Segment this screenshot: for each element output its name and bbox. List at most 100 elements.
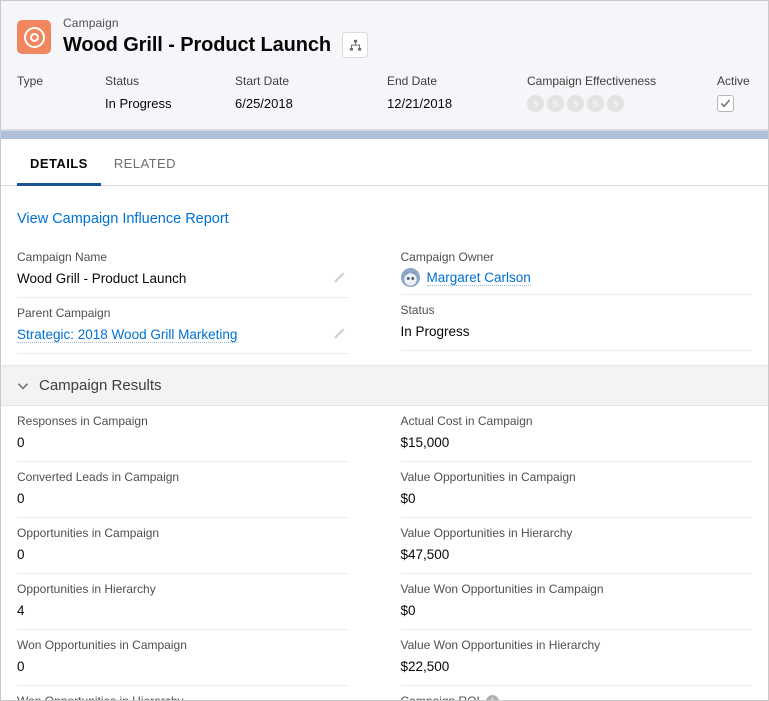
field-label: Won Opportunities in Campaign xyxy=(17,638,187,652)
field-actual-cost-in-campaign: Actual Cost in Campaign $15,000 xyxy=(400,406,752,462)
active-checkbox[interactable] xyxy=(717,95,734,112)
highlight-label: Active xyxy=(717,74,750,88)
page-title: Wood Grill - Product Launch xyxy=(63,34,332,56)
field-label: Won Opportunities in Hierarchy xyxy=(17,694,184,701)
field-label: Parent Campaign xyxy=(17,306,111,320)
field-label: Campaign Owner xyxy=(400,250,494,264)
highlight-field-end-date: End Date 12/21/2018 xyxy=(387,73,527,115)
field-value: 0 xyxy=(17,491,25,506)
highlight-label: End Date xyxy=(387,74,438,88)
highlight-value: 6/25/2018 xyxy=(235,96,293,111)
highlight-field-campaign-effectiveness: Campaign Effectiveness S S S S S xyxy=(527,73,717,112)
highlight-label: Status xyxy=(105,74,140,88)
highlight-field-active: Active xyxy=(717,73,750,112)
field-value: 0 xyxy=(17,435,25,450)
field-value-won-opportunities-in-hierarchy: Value Won Opportunities in Hierarchy $22… xyxy=(400,630,752,686)
campaign-record-page: Campaign Wood Grill - Product Launch Typ… xyxy=(0,0,769,701)
field-label: Actual Cost in Campaign xyxy=(400,414,533,428)
header-title-row: Campaign Wood Grill - Product Launch xyxy=(1,11,768,69)
tab-details[interactable]: Details xyxy=(17,139,101,186)
parent-campaign-link[interactable]: Strategic: 2018 Wood Grill Marketing xyxy=(17,327,238,343)
field-label: Value Opportunities in Hierarchy xyxy=(400,526,573,540)
field-status: Status In Progress xyxy=(400,295,752,351)
field-value-won-opportunities-in-campaign: Value Won Opportunities in Campaign $0 xyxy=(400,574,752,630)
details-field-grid: Campaign Name Wood Grill - Product Launc… xyxy=(1,242,768,354)
influence-report-row: View Campaign Influence Report xyxy=(1,186,768,242)
checkmark-icon xyxy=(720,99,731,108)
section-title: Campaign Results xyxy=(39,377,162,394)
field-value: $22,500 xyxy=(400,659,450,674)
chevron-down-icon xyxy=(17,382,29,389)
field-label-text: Campaign ROI xyxy=(400,694,480,701)
field-value: 0 xyxy=(17,547,25,562)
record-tabs: Details Related xyxy=(1,139,768,186)
field-label: Opportunities in Campaign xyxy=(17,526,160,540)
highlight-field-type: Type xyxy=(17,73,105,93)
field-value-opportunities-in-campaign: Value Opportunities in Campaign $0 xyxy=(400,462,752,518)
details-body: View Campaign Influence Report Campaign … xyxy=(1,186,768,701)
field-label: Value Won Opportunities in Campaign xyxy=(400,582,604,596)
record-header: Campaign Wood Grill - Product Launch Typ… xyxy=(1,1,768,130)
info-icon[interactable]: i xyxy=(485,694,499,700)
dollar-coin-icon[interactable]: S xyxy=(547,95,564,112)
header-titles: Campaign Wood Grill - Product Launch xyxy=(63,15,369,59)
field-label: Value Opportunities in Campaign xyxy=(400,470,576,484)
field-label: Campaign Name xyxy=(17,250,108,264)
field-value: $47,500 xyxy=(400,547,450,562)
avatar xyxy=(400,268,420,287)
highlight-value: 12/21/2018 xyxy=(387,96,453,111)
header-separator-band xyxy=(1,130,768,139)
object-type-label: Campaign xyxy=(63,16,119,30)
highlight-value: In Progress xyxy=(105,96,172,111)
field-parent-campaign: Parent Campaign Strategic: 2018 Wood Gri… xyxy=(17,298,349,354)
field-label: Status xyxy=(400,303,435,317)
hierarchy-icon xyxy=(349,39,361,51)
campaign-results-left-column: Responses in Campaign 0 Converted Leads … xyxy=(17,406,385,701)
field-won-opportunities-in-hierarchy: Won Opportunities in Hierarchy 2 xyxy=(17,686,349,701)
field-value: In Progress xyxy=(400,324,470,339)
campaign-results-right-column: Actual Cost in Campaign $15,000 Value Op… xyxy=(385,406,753,701)
highlight-label: Type xyxy=(17,74,44,88)
field-label: Responses in Campaign xyxy=(17,414,148,428)
highlights-panel: Type Status In Progress Start Date 6/25/… xyxy=(1,69,768,129)
field-converted-leads-in-campaign: Converted Leads in Campaign 0 xyxy=(17,462,349,518)
field-opportunities-in-hierarchy: Opportunities in Hierarchy 4 xyxy=(17,574,349,630)
highlight-field-status: Status In Progress xyxy=(105,73,235,115)
highlight-field-start-date: Start Date 6/25/2018 xyxy=(235,73,387,115)
field-campaign-roi: Campaign ROI i -100% xyxy=(400,686,753,701)
field-value: $0 xyxy=(400,603,416,618)
details-right-column: Campaign Owner Margaret Carlson Status I… xyxy=(385,242,752,354)
dollar-coin-icon[interactable]: S xyxy=(587,95,604,112)
tab-related[interactable]: Related xyxy=(101,139,189,185)
field-label: Opportunities in Hierarchy xyxy=(17,582,156,596)
field-label: Value Won Opportunities in Hierarchy xyxy=(400,638,601,652)
dollar-coin-icon[interactable]: S xyxy=(527,95,544,112)
field-value: $15,000 xyxy=(400,435,450,450)
dollar-coin-icon[interactable]: S xyxy=(567,95,584,112)
field-value: 4 xyxy=(17,603,25,618)
view-hierarchy-button[interactable] xyxy=(342,32,369,58)
field-value-opportunities-in-hierarchy: Value Opportunities in Hierarchy $47,500 xyxy=(400,518,752,574)
field-value: 0 xyxy=(17,659,25,674)
field-value: Wood Grill - Product Launch xyxy=(17,271,187,286)
field-value: $0 xyxy=(400,491,416,506)
field-campaign-name: Campaign Name Wood Grill - Product Launc… xyxy=(17,242,349,298)
details-left-column: Campaign Name Wood Grill - Product Launc… xyxy=(17,242,385,354)
campaign-results-grid: Responses in Campaign 0 Converted Leads … xyxy=(1,406,768,701)
field-label: Converted Leads in Campaign xyxy=(17,470,180,484)
field-responses-in-campaign: Responses in Campaign 0 xyxy=(17,406,349,462)
campaign-owner-link[interactable]: Margaret Carlson xyxy=(426,270,531,286)
view-campaign-influence-report-link[interactable]: View Campaign Influence Report xyxy=(17,211,229,227)
field-opportunities-in-campaign: Opportunities in Campaign 0 xyxy=(17,518,349,574)
field-campaign-owner: Campaign Owner Margaret Carlson xyxy=(400,242,752,295)
highlight-label: Campaign Effectiveness xyxy=(527,74,657,88)
dollar-coin-icon[interactable]: S xyxy=(607,95,624,112)
highlight-label: Start Date xyxy=(235,74,290,88)
field-label: Campaign ROI i xyxy=(400,692,753,701)
edit-pencil-icon[interactable] xyxy=(333,325,347,339)
campaign-results-section-header[interactable]: Campaign Results xyxy=(1,365,768,406)
campaign-bullseye-icon xyxy=(17,20,51,54)
edit-pencil-icon[interactable] xyxy=(333,269,347,283)
campaign-effectiveness-rating[interactable]: S S S S S xyxy=(527,95,717,112)
field-won-opportunities-in-campaign: Won Opportunities in Campaign 0 xyxy=(17,630,349,686)
